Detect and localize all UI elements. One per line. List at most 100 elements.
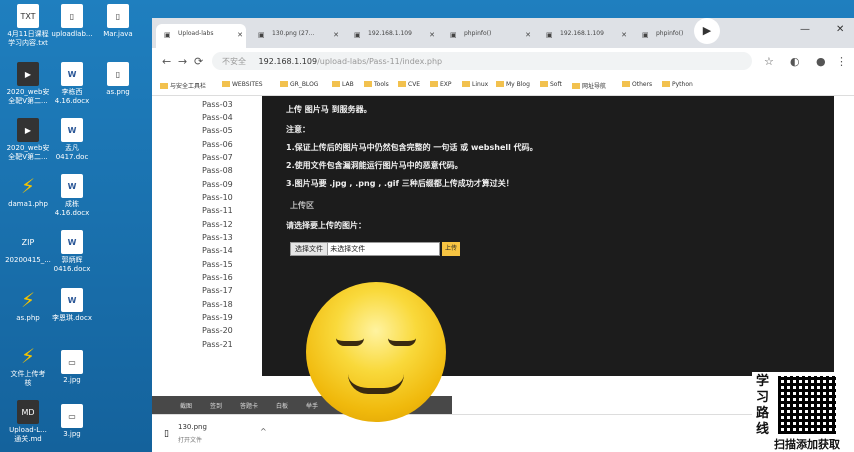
bookmark-folder[interactable]: CVE: [398, 81, 420, 88]
back-icon[interactable]: ←: [162, 55, 171, 68]
folder-icon: [398, 81, 406, 87]
close-icon[interactable]: ✕: [237, 31, 243, 39]
promo-qr-panel: 学习路线 扫描添加获取: [752, 372, 854, 452]
sidebar-item-pass[interactable]: Pass-05: [202, 126, 233, 135]
sidebar-item-pass[interactable]: Pass-12: [202, 220, 233, 229]
tab-ip[interactable]: ▣ 192.168.1.109 ✕: [346, 24, 438, 48]
browser-window: ▣ Upload-labs ✕ ▣ 130.png (27... ✕ ▣ 192.168.…: [152, 18, 854, 452]
choose-file-button[interactable]: 选择文件: [291, 243, 328, 255]
word-doc-icon: W: [61, 288, 83, 312]
sidebar-item-pass[interactable]: Pass-18: [202, 300, 233, 309]
close-icon[interactable]: ✕: [333, 31, 339, 39]
reload-icon[interactable]: ⟳: [194, 55, 203, 68]
file-status: 未选择文件: [330, 245, 366, 253]
sidebar-item-pass[interactable]: Pass-20: [202, 326, 233, 335]
desktop-icon[interactable]: W 李栋西 4.16.docx: [46, 62, 98, 106]
bookmark-folder[interactable]: GR_BLOG: [280, 81, 318, 88]
desktop-icon[interactable]: ▯ Mar.java: [92, 4, 144, 39]
page-icon: ▣: [546, 31, 553, 39]
close-icon[interactable]: ✕: [836, 24, 844, 35]
download-filename[interactable]: 130.png: [178, 423, 207, 431]
sidebar-item-pass[interactable]: Pass-07: [202, 153, 233, 162]
chevron-up-icon[interactable]: ^: [260, 427, 267, 436]
download-shelf: ▯ 130.png 打开文件 ^: [152, 414, 854, 452]
toolbar-item[interactable]: 签到: [210, 401, 222, 410]
word-doc-icon: W: [61, 230, 83, 254]
desktop-icon[interactable]: W 成栋 4.16.docx: [46, 174, 98, 218]
close-icon[interactable]: ✕: [429, 31, 435, 39]
toolbar-item[interactable]: 截图: [180, 401, 192, 410]
note-heading: 注意：: [286, 125, 310, 134]
bookmark-folder[interactable]: LAB: [332, 81, 354, 88]
desktop-icon[interactable]: ▭ 2.jpg: [46, 350, 98, 385]
sidebar-item-pass[interactable]: Pass-16: [202, 273, 233, 282]
bookmark-folder[interactable]: Python: [662, 81, 693, 88]
bookmark-folder[interactable]: 网址导航: [572, 81, 606, 90]
page-icon: ▣: [642, 31, 649, 39]
tab-phpinfo[interactable]: ▣ phpinfo() ✕: [442, 24, 534, 48]
toolbar-item[interactable]: 答题卡: [240, 401, 258, 410]
sidebar-item-pass[interactable]: Pass-03: [202, 100, 233, 109]
lightning-php-icon: ⚡: [20, 287, 36, 312]
file-input[interactable]: 选择文件 未选择文件: [290, 242, 440, 256]
upload-prompt: 请选择要上传的图片：: [286, 221, 366, 230]
bookmark-folder[interactable]: 与安全工具栏: [160, 81, 206, 90]
word-doc-icon: W: [61, 62, 83, 86]
file-icon: ▯: [61, 4, 83, 28]
url-host: 192.168.1.109: [258, 57, 318, 66]
desktop-icon[interactable]: ▯ as.png: [92, 62, 144, 97]
bookmark-folder[interactable]: Others: [622, 81, 652, 88]
address-bar-row: ← → ⟳ 不安全 192.168.1.109/upload-labs/Pass…: [152, 48, 854, 74]
sidebar-item-pass[interactable]: Pass-10: [202, 193, 233, 202]
bookmark-folder[interactable]: Soft: [540, 81, 562, 88]
upload-section-title: 上传区: [290, 201, 314, 210]
bookmark-folder[interactable]: EXP: [430, 81, 452, 88]
desktop-icon[interactable]: ▯ uploadlab...: [46, 4, 98, 39]
sidebar-item-pass[interactable]: Pass-08: [202, 166, 233, 175]
tab-ip[interactable]: ▣ 192.168.1.109 ✕: [538, 24, 630, 48]
folder-icon: [332, 81, 340, 87]
download-open-link[interactable]: 打开文件: [178, 435, 202, 444]
minimize-icon[interactable]: —: [800, 24, 810, 35]
play-icon[interactable]: ▶: [694, 18, 720, 44]
sidebar-item-pass[interactable]: Pass-17: [202, 286, 233, 295]
sidebar-item-pass[interactable]: Pass-19: [202, 313, 233, 322]
desktop-icon[interactable]: W 孟凡 0417.doc: [46, 118, 98, 162]
emoji-mouth: [348, 374, 404, 394]
desktop-icon[interactable]: W 郭炳辉 0416.docx: [46, 230, 98, 274]
sidebar-item-pass[interactable]: Pass-04: [202, 113, 233, 122]
tab-image[interactable]: ▣ 130.png (27... ✕: [250, 24, 342, 48]
sidebar-item-pass[interactable]: Pass-06: [202, 140, 233, 149]
sidebar-item-pass[interactable]: Pass-15: [202, 260, 233, 269]
bookmark-folder[interactable]: Tools: [364, 81, 389, 88]
bookmark-folder[interactable]: WEBSITES: [222, 81, 263, 88]
requirement-2: 2.使用文件包含漏洞能运行图片马中的恶意代码。: [286, 161, 463, 170]
star-icon[interactable]: ☆: [764, 55, 774, 68]
sidebar-item-pass[interactable]: Pass-09: [202, 180, 233, 189]
sidebar-item-pass[interactable]: Pass-14: [202, 246, 233, 255]
toolbar-item[interactable]: 举手: [306, 401, 318, 410]
desktop-icon[interactable]: W 李恩琪.docx: [46, 288, 98, 323]
lightning-php-icon: ⚡: [20, 343, 36, 368]
sidebar-item-pass[interactable]: Pass-11: [202, 206, 233, 215]
profile-icon[interactable]: ●: [816, 55, 826, 68]
tab-upload-labs[interactable]: ▣ Upload-labs ✕: [156, 24, 246, 48]
sidebar-item-pass[interactable]: Pass-13: [202, 233, 233, 242]
menu-icon[interactable]: ⋮: [836, 55, 847, 68]
extension-icon[interactable]: ◐: [790, 55, 800, 68]
requirement-1: 1.保证上传后的图片马中仍然包含完整的 一句话 或 webshell 代码。: [286, 143, 538, 152]
close-icon[interactable]: ✕: [525, 31, 531, 39]
forward-icon[interactable]: →: [178, 55, 187, 68]
bookmark-folder[interactable]: Linux: [462, 81, 488, 88]
url-input[interactable]: 不安全 192.168.1.109/upload-labs/Pass-11/in…: [212, 52, 752, 70]
toolbar-item[interactable]: 白板: [276, 401, 288, 410]
tab-phpinfo[interactable]: ▣ phpinfo(): [634, 24, 690, 48]
sidebar-item-pass[interactable]: Pass-21: [202, 340, 233, 349]
upload-button[interactable]: 上传: [442, 242, 460, 256]
insecure-indicator: 不安全: [222, 57, 246, 66]
emoji-eye: [336, 338, 364, 346]
bookmark-folder[interactable]: My Blog: [496, 81, 530, 88]
desktop-icon[interactable]: ▭ 3.jpg: [46, 404, 98, 439]
close-icon[interactable]: ✕: [621, 31, 627, 39]
page-icon: ▣: [450, 31, 457, 39]
